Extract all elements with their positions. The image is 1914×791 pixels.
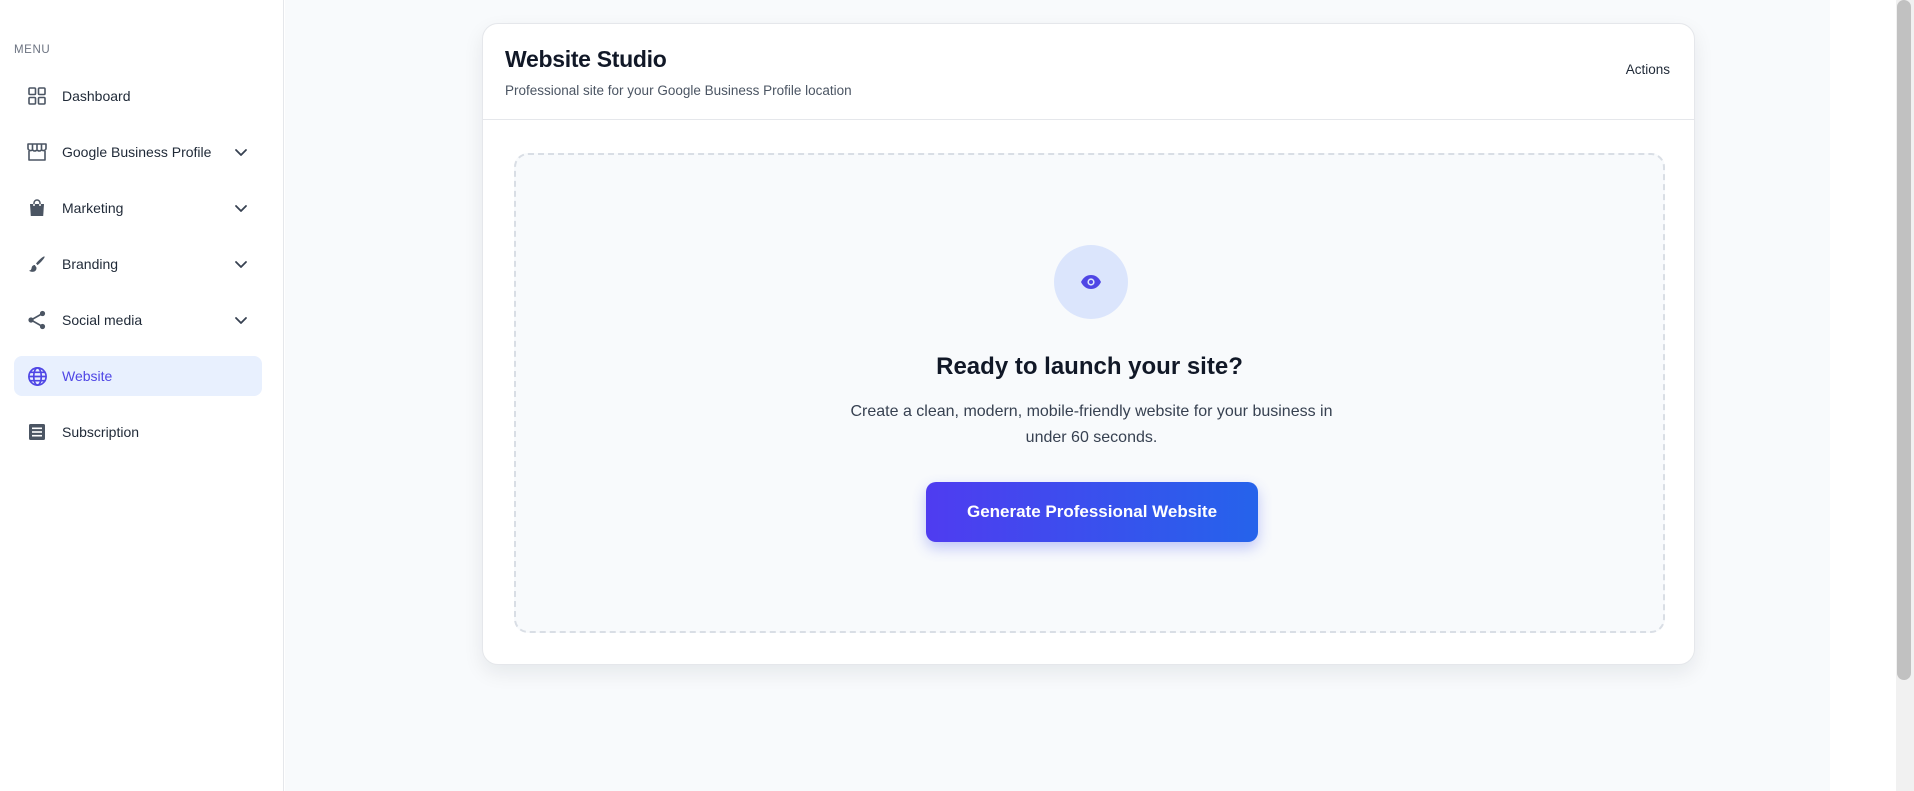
right-gutter <box>1830 0 1896 791</box>
shopping-bag-icon <box>26 197 48 219</box>
sidebar-item-website[interactable]: Website <box>14 356 262 396</box>
chevron-down-icon[interactable] <box>230 141 252 163</box>
chevron-down-icon[interactable] <box>230 309 252 331</box>
sidebar-item-social-media[interactable]: Social media <box>14 300 262 340</box>
sidebar-nav: Dashboard Google Business Profile Market… <box>14 76 262 468</box>
empty-state-title: Ready to launch your site? <box>936 353 1243 380</box>
chevron-down-icon[interactable] <box>230 253 252 275</box>
brush-icon <box>26 253 48 275</box>
sidebar-item-label: Branding <box>62 256 119 272</box>
generate-website-button[interactable]: Generate Professional Website <box>926 482 1258 542</box>
globe-icon <box>26 365 48 387</box>
menu-label: MENU <box>14 44 51 56</box>
chevron-down-icon[interactable] <box>230 197 252 219</box>
sidebar: MENU Dashboard Google Business Profile M… <box>0 0 284 791</box>
website-studio-card: Website Studio Professional site for you… <box>482 23 1695 665</box>
sidebar-item-label: Website <box>62 368 113 384</box>
storefront-icon <box>26 141 48 163</box>
sidebar-item-dashboard[interactable]: Dashboard <box>14 76 262 116</box>
sidebar-item-subscription[interactable]: Subscription <box>14 412 262 452</box>
share-icon <box>26 309 48 331</box>
scrollbar-thumb[interactable] <box>1897 0 1911 680</box>
sidebar-item-google-business-profile[interactable]: Google Business Profile <box>14 132 262 172</box>
page-title: Website Studio <box>505 46 667 72</box>
sidebar-item-marketing[interactable]: Marketing <box>14 188 262 228</box>
card-header: Website Studio Professional site for you… <box>483 24 1694 120</box>
sidebar-item-branding[interactable]: Branding <box>14 244 262 284</box>
dashboard-grid-icon <box>26 85 48 107</box>
empty-state-panel: Ready to launch your site? Create a clea… <box>514 153 1665 633</box>
subscription-list-icon <box>26 421 48 443</box>
sidebar-item-label: Subscription <box>62 424 140 440</box>
sidebar-item-label: Dashboard <box>62 88 131 104</box>
page-subtitle: Professional site for your Google Busine… <box>505 83 852 98</box>
sidebar-item-label: Google Business Profile <box>62 144 212 160</box>
sidebar-item-label: Marketing <box>62 200 124 216</box>
empty-state-description: Create a clean, modern, mobile-friendly … <box>850 403 1333 446</box>
sidebar-item-label: Social media <box>62 312 143 328</box>
eye-icon <box>1054 245 1128 319</box>
actions-button[interactable]: Actions <box>1626 62 1670 77</box>
